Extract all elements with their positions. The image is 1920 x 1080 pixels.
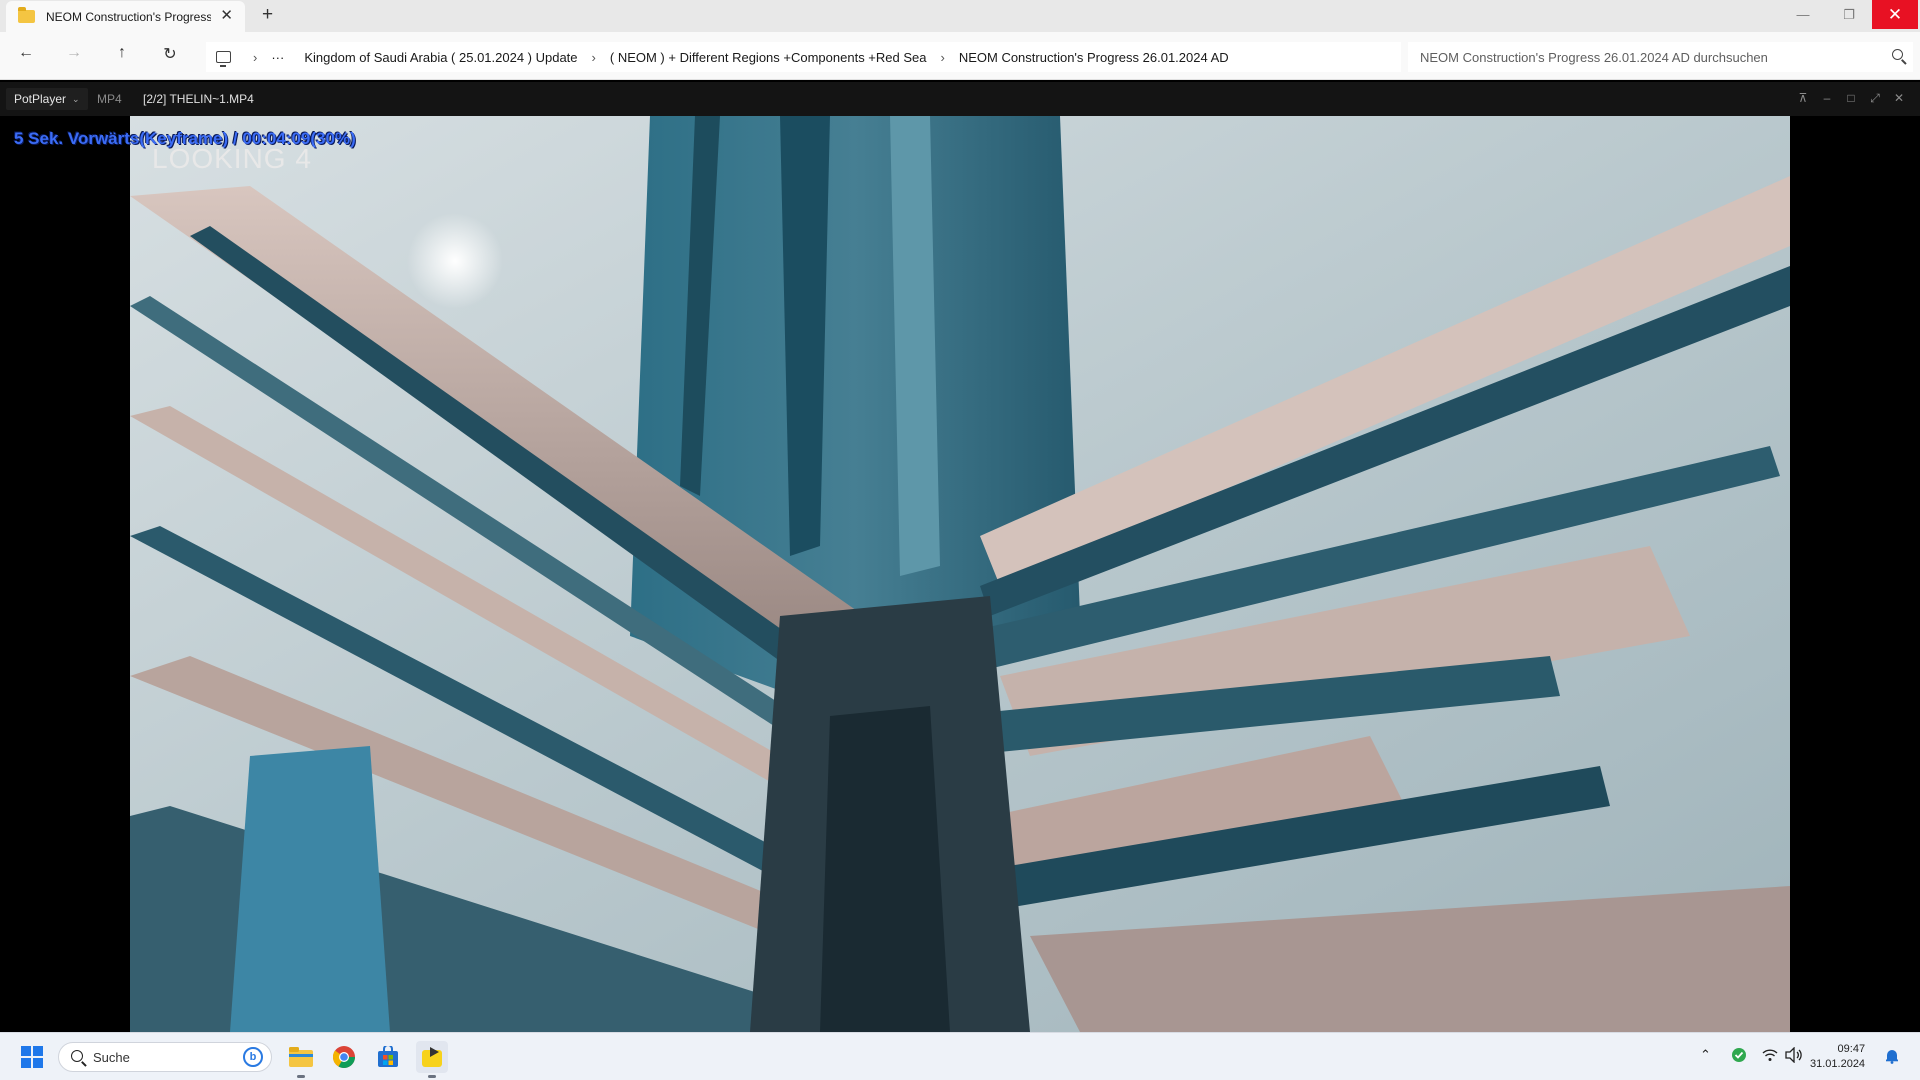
- refresh-button[interactable]: ↻: [159, 44, 181, 64]
- breadcrumb-separator[interactable]: ›: [253, 50, 257, 65]
- windows-start-icon[interactable]: [21, 1046, 43, 1068]
- pin-icon[interactable]: ⊼: [1795, 91, 1811, 105]
- tab-close-icon[interactable]: ✕: [220, 6, 233, 24]
- breadcrumb-overflow-button[interactable]: ···: [271, 50, 284, 65]
- player-maximize-button[interactable]: □: [1843, 91, 1859, 105]
- explorer-tab[interactable]: NEOM Construction's Progress ✕: [6, 1, 245, 32]
- chrome-icon[interactable]: [328, 1041, 360, 1073]
- video-frame[interactable]: LOOKING 4: [130, 116, 1790, 1032]
- breadcrumb-separator[interactable]: ›: [592, 50, 596, 65]
- breadcrumb-item-saudi-arabia[interactable]: Kingdom of Saudi Arabia ( 25.01.2024 ) U…: [304, 50, 577, 65]
- close-window-button[interactable]: ✕: [1872, 0, 1918, 29]
- file-format-label: MP4: [97, 92, 122, 106]
- playlist-file-title: [2/2] THELIN~1.MP4: [143, 92, 254, 106]
- breadcrumb[interactable]: › ··· Kingdom of Saudi Arabia ( 25.01.20…: [206, 42, 1401, 72]
- search-input[interactable]: NEOM Construction's Progress 26.01.2024 …: [1408, 42, 1913, 72]
- breadcrumb-item-neom-regions[interactable]: ( NEOM ) + Different Regions +Components…: [610, 50, 927, 65]
- bing-icon[interactable]: b: [243, 1047, 263, 1067]
- minimize-button[interactable]: —: [1780, 0, 1826, 29]
- potplayer-title-bar: PotPlayer ⌄ MP4 [2/2] THELIN~1.MP4 ⊼ – □…: [0, 82, 1920, 116]
- breadcrumb-item-neom-progress[interactable]: NEOM Construction's Progress 26.01.2024 …: [959, 50, 1229, 65]
- tab-title: NEOM Construction's Progress: [46, 9, 211, 24]
- explorer-title-bar: NEOM Construction's Progress ✕ + — ❐ ✕: [0, 0, 1920, 32]
- potplayer-taskbar-icon[interactable]: [416, 1041, 448, 1078]
- video-frame-image: [130, 116, 1790, 1032]
- seek-osd-message: 5 Sek. Vorwärts(Keyframe) / 00:04:09(30%…: [14, 129, 356, 148]
- player-minimize-button[interactable]: –: [1819, 91, 1835, 105]
- taskbar-search-input[interactable]: Suche b: [58, 1042, 272, 1072]
- show-hidden-icons-chevron-icon[interactable]: ⌃: [1700, 1047, 1711, 1063]
- volume-icon[interactable]: [1785, 1046, 1803, 1066]
- search-icon: [71, 1050, 83, 1062]
- player-fullscreen-button[interactable]: ⤢: [1867, 91, 1883, 106]
- taskbar: Suche b ⌃ 09:47 31.01.2024: [0, 1032, 1920, 1080]
- search-placeholder: NEOM Construction's Progress 26.01.2024 …: [1420, 49, 1768, 65]
- clock-time: 09:47: [1837, 1043, 1866, 1055]
- this-pc-icon[interactable]: [216, 51, 231, 67]
- restore-button[interactable]: ❐: [1826, 0, 1872, 29]
- system-clock[interactable]: 09:47 31.01.2024: [1810, 1042, 1865, 1072]
- forward-button[interactable]: →: [63, 44, 85, 62]
- wifi-icon[interactable]: [1762, 1048, 1778, 1065]
- clock-date: 31.01.2024: [1810, 1058, 1866, 1070]
- video-stage[interactable]: LOOKING 4 5 Sek. Vorwärts(Keyframe) / 00…: [0, 116, 1920, 1032]
- new-tab-button[interactable]: +: [262, 4, 273, 26]
- notification-bell-icon[interactable]: [1885, 1048, 1899, 1067]
- up-button[interactable]: ↑: [111, 44, 133, 62]
- microsoft-store-icon[interactable]: [372, 1041, 404, 1073]
- player-close-button[interactable]: ✕: [1891, 91, 1907, 105]
- security-shield-icon[interactable]: [1731, 1047, 1747, 1066]
- folder-icon: [18, 7, 35, 23]
- potplayer-menu-button[interactable]: PotPlayer ⌄: [6, 88, 88, 110]
- back-button[interactable]: ←: [15, 44, 37, 62]
- explorer-address-bar: ← → ↑ ↻ › ··· Kingdom of Saudi Arabia ( …: [0, 32, 1920, 80]
- breadcrumb-separator[interactable]: ›: [940, 50, 944, 65]
- potplayer-brand-label: PotPlayer: [14, 92, 67, 106]
- chevron-down-icon: ⌄: [72, 93, 80, 104]
- file-explorer-icon[interactable]: [285, 1041, 317, 1078]
- search-icon[interactable]: [1892, 49, 1903, 60]
- taskbar-search-placeholder: Suche: [93, 1049, 130, 1065]
